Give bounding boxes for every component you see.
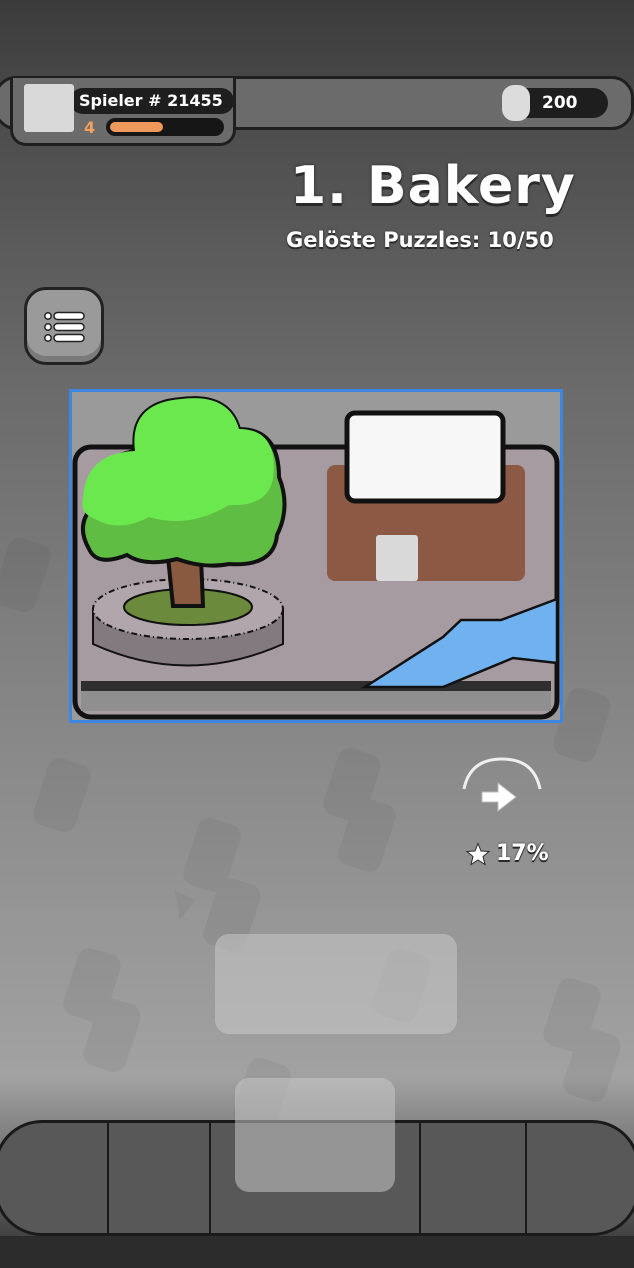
level-title: 1. Bakery bbox=[290, 156, 576, 216]
xp-progress-fill bbox=[110, 122, 164, 132]
nav-tab-5[interactable] bbox=[527, 1123, 634, 1233]
currency-amount: 200 bbox=[542, 93, 578, 113]
arrow-right-icon bbox=[481, 781, 517, 813]
player-level: 4 bbox=[84, 118, 96, 137]
play-panel[interactable] bbox=[235, 1078, 395, 1192]
puzzle-scene bbox=[72, 396, 560, 720]
nav-tab-1[interactable] bbox=[0, 1123, 109, 1233]
next-level-button[interactable] bbox=[460, 755, 544, 835]
completion-percent: 17% bbox=[496, 841, 549, 866]
level-progress-text: Gelöste Puzzles: 10/50 bbox=[286, 228, 554, 252]
puzzle-frame[interactable] bbox=[69, 389, 563, 723]
player-name: Spieler # 21455 bbox=[79, 91, 223, 110]
nav-tab-4[interactable] bbox=[421, 1123, 527, 1233]
star-icon bbox=[466, 842, 490, 866]
reward-panel[interactable] bbox=[215, 934, 457, 1034]
nav-tab-2[interactable] bbox=[109, 1123, 211, 1233]
coin-icon bbox=[502, 85, 530, 121]
bottom-strip bbox=[0, 1236, 634, 1268]
list-icon bbox=[44, 311, 85, 343]
avatar[interactable] bbox=[24, 84, 74, 132]
xp-progress-bar bbox=[106, 118, 224, 136]
menu-button[interactable] bbox=[24, 287, 104, 365]
